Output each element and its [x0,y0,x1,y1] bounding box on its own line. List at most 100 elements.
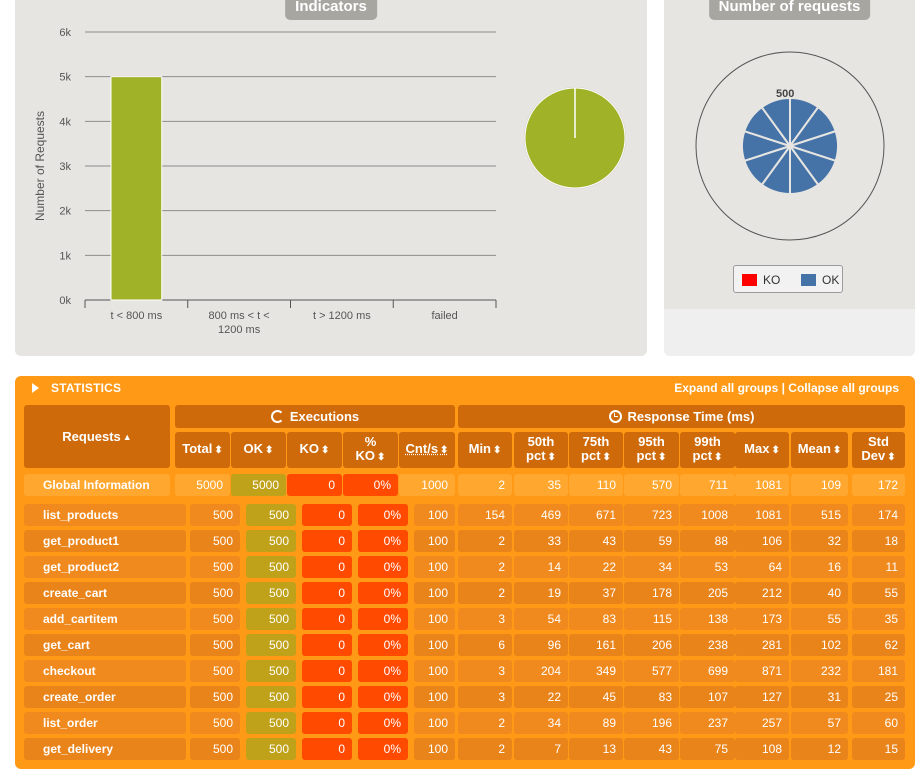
table-cell: 0% [343,474,398,496]
table-cell: 22 [569,556,623,578]
legend-item-ok[interactable]: OK [801,273,839,287]
table-cell: 1000 [399,474,455,496]
column-header[interactable]: 50th pct ⬍ [514,432,568,468]
x-tick-label: 1200 ms [218,324,261,336]
table-cell: 172 [852,474,905,496]
table-row[interactable]: create_order 500 500 0 0% 100 3 22 45 83 107 127 31 2… [24,686,905,708]
table-cell: 205 [680,582,735,604]
table-cell: 500 [246,738,296,760]
table-cell: 88 [680,530,735,552]
response-time-group-header: Response Time (ms) [458,405,905,428]
table-cell: 2 [458,556,512,578]
global-information-row[interactable]: Global Information 5000 5000 0 0% 1000 2 35 110 5… [24,474,905,496]
table-cell: 108 [735,738,789,760]
table-row[interactable]: list_order 500 500 0 0% 100 2 34 89 196 237 257 57 60 [24,712,905,734]
column-header-label: Cnt/s ⬍ [406,442,449,458]
table-cell: 173 [735,608,789,630]
table-cell: 181 [852,660,905,682]
table-cell: 281 [735,634,789,656]
column-header-label: Max ⬍ [744,442,780,458]
table-cell: 204 [514,660,568,682]
table-cell: 35 [852,608,905,630]
table-cell: 500 [246,556,296,578]
table-row[interactable]: add_cartitem 500 500 0 0% 100 3 54 83 115 138 173 55… [24,608,905,630]
legend-item-ko[interactable]: KO [742,273,780,287]
column-header[interactable]: 95th pct ⬍ [624,432,679,468]
request-name[interactable]: get_cart [24,634,186,656]
column-header-text: 50th [527,434,555,449]
request-name[interactable]: add_cartitem [24,608,186,630]
table-cell: 15 [852,738,905,760]
table-cell: 0% [358,738,408,760]
sort-icon: ⬍ [658,452,667,463]
column-header[interactable]: Mean ⬍ [791,432,848,468]
table-cell: 161 [569,634,623,656]
column-header[interactable]: 99th pct ⬍ [680,432,735,468]
table-cell: 2 [458,712,512,734]
request-name[interactable]: create_cart [24,582,186,604]
column-header[interactable]: 75th pct ⬍ [569,432,623,468]
column-header[interactable]: Std Dev ⬍ [852,432,905,468]
column-header-text: 99th [694,434,721,449]
executions-header-label: Executions [289,409,360,424]
column-header[interactable]: % KO ⬍ [343,432,398,468]
table-row[interactable]: list_products 500 500 0 0% 100 154 469 671 723 100… [24,504,905,526]
column-header-text: pct ⬍ [526,448,556,464]
table-cell: 83 [569,608,623,630]
request-name[interactable]: list_products [24,504,186,526]
sort-icon: ⬍ [440,445,449,456]
table-cell: 500 [246,504,296,526]
column-header[interactable]: KO ⬍ [287,432,342,468]
table-cell: 500 [246,660,296,682]
column-header[interactable]: OK ⬍ [231,432,286,468]
column-header[interactable]: Max ⬍ [735,432,789,468]
table-row[interactable]: get_delivery 500 500 0 0% 100 2 7 13 43 75 108 12 15 [24,738,905,760]
refresh-icon [270,410,284,423]
column-header-text: Total ⬍ [182,441,223,457]
table-cell: 0% [358,686,408,708]
table-cell: 89 [569,712,623,734]
table-cell: 45 [569,686,623,708]
request-name[interactable]: create_order [24,686,186,708]
column-header[interactable]: Total ⬍ [175,432,230,468]
column-header-text: KO ⬍ [299,441,330,457]
table-cell: 723 [624,504,679,526]
request-name[interactable]: list_order [24,712,186,734]
request-name[interactable]: get_delivery [24,738,186,760]
table-cell: 0 [302,634,352,656]
request-name[interactable]: get_product1 [24,530,186,552]
table-cell: 34 [514,712,568,734]
column-header-text: pct ⬍ [692,448,723,464]
column-header[interactable]: Cnt/s ⬍ [399,432,455,468]
collapse-all-groups-link[interactable]: Collapse all groups [788,381,899,395]
request-name[interactable]: get_product2 [24,556,186,578]
table-cell: 3 [458,660,512,682]
statistics-title: STATISTICS [51,381,122,395]
request-name[interactable]: checkout [24,660,186,682]
table-cell: 43 [624,738,679,760]
table-cell: 500 [190,686,240,708]
table-cell: 43 [569,530,623,552]
column-header-text: pct ⬍ [581,448,611,464]
requests-column-header[interactable]: Requests ▲ [24,405,170,468]
table-cell: 0% [358,582,408,604]
column-header[interactable]: Min ⬍ [458,432,512,468]
statistics-toggle[interactable]: STATISTICS [32,381,121,395]
table-row[interactable]: checkout 500 500 0 0% 100 3 204 349 577 699 871 232 1… [24,660,905,682]
panel-footer [664,309,915,356]
table-row[interactable]: get_product1 500 500 0 0% 100 2 33 43 59 88 106 32 18 [24,530,905,552]
expand-all-groups-link[interactable]: Expand all groups [674,381,778,395]
table-row[interactable]: get_cart 500 500 0 0% 100 6 96 161 206 238 281 102 62 [24,634,905,656]
table-cell: 83 [624,686,679,708]
table-cell: 174 [852,504,905,526]
table-cell: 0% [358,504,408,526]
column-header-text: Std [868,434,889,449]
table-cell: 577 [624,660,679,682]
table-cell: 0 [302,556,352,578]
table-cell: 53 [680,556,735,578]
table-cell: 0 [302,660,352,682]
table-row[interactable]: create_cart 500 500 0 0% 100 2 19 37 178 205 212 40 5… [24,582,905,604]
table-cell: 2 [458,582,512,604]
table-cell: 0 [302,712,352,734]
table-row[interactable]: get_product2 500 500 0 0% 100 2 14 22 34 53 64 16 11 [24,556,905,578]
